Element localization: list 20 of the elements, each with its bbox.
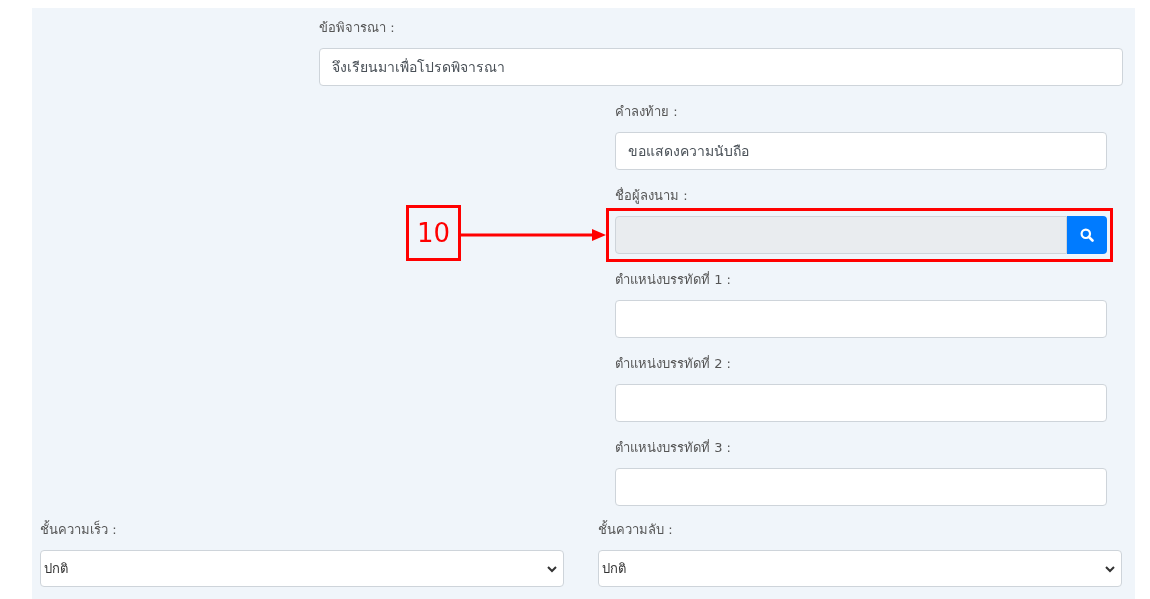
field-label: ชื่อผู้ลงนาม : [615,186,689,206]
text-field[interactable]: จึงเรียนมาเพื่อโปรดพิจารณา [319,48,1123,86]
text-field[interactable] [615,384,1107,422]
select-field[interactable]: ปกติ [598,550,1122,587]
chevron-down-icon [547,564,557,573]
chevron-down-icon [1105,564,1115,573]
field-label: ตำแหน่งบรรทัดที่ 2 : [615,354,732,373]
search-button[interactable] [1067,216,1107,254]
text-field[interactable] [615,468,1107,506]
select-field[interactable]: ปกติ [40,550,564,587]
field-label: ชั้นความลับ : [598,520,674,539]
search-icon [1080,228,1094,242]
field-label: คำลงท้าย : [615,103,679,121]
text-field[interactable]: ขอแสดงความนับถือ [615,132,1107,170]
callout-number: 10 [406,205,461,261]
field-label: ชั้นความเร็ว : [40,520,118,539]
field-label: ตำแหน่งบรรทัดที่ 3 : [615,438,732,457]
field-label: ข้อพิจารณา : [319,19,396,37]
text-field[interactable] [615,300,1107,338]
field-label: ตำแหน่งบรรทัดที่ 1 : [615,270,732,289]
